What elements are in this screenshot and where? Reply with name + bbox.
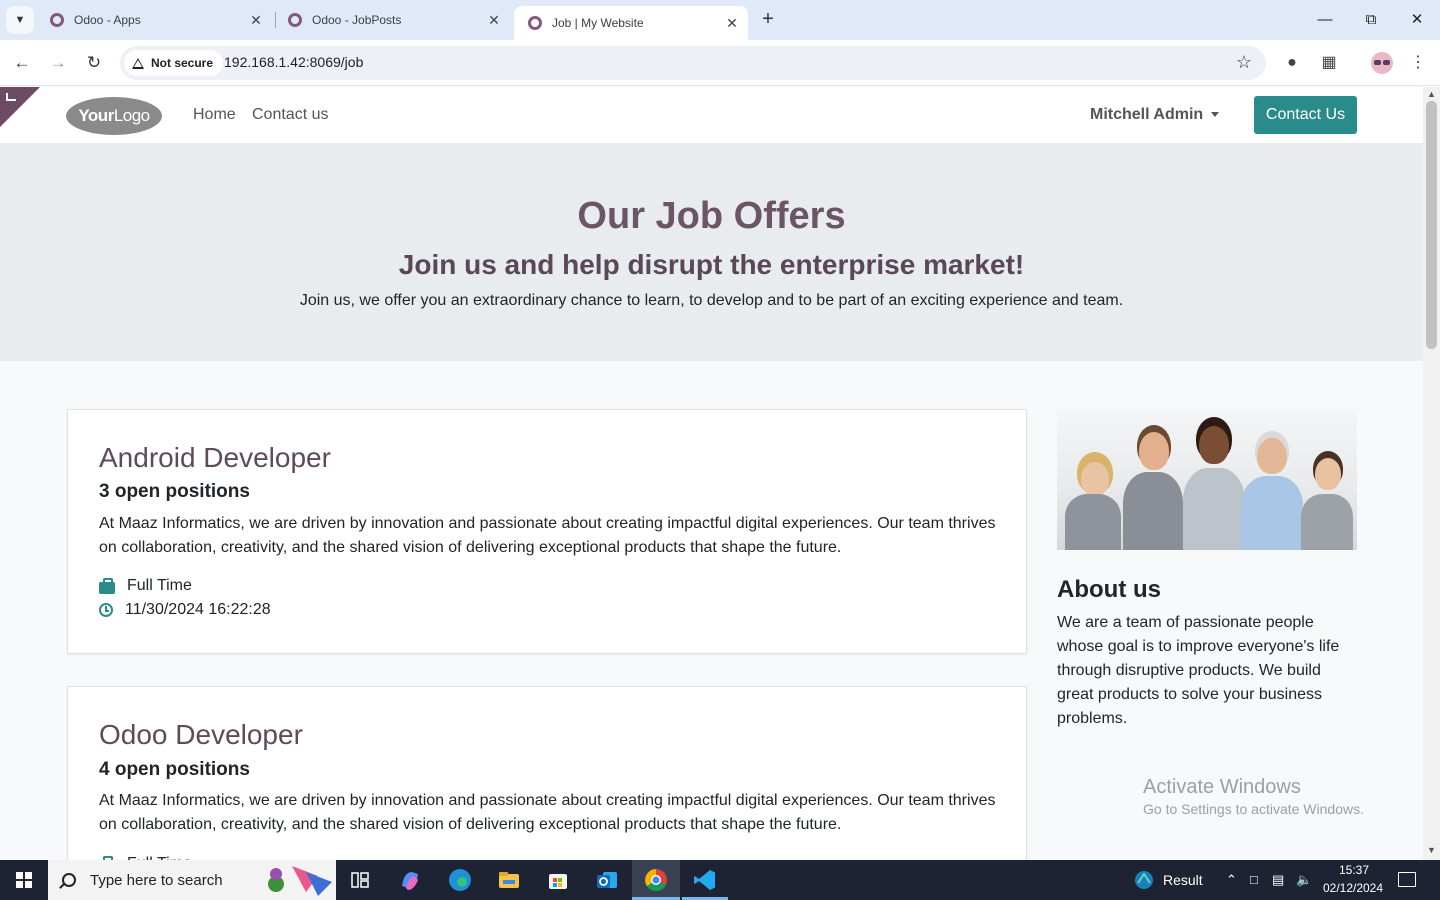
back-icon[interactable]: ←	[9, 50, 35, 76]
extension-monkey-icon[interactable]: ●	[1281, 52, 1303, 74]
weather-icon[interactable]	[1133, 869, 1155, 894]
close-icon[interactable]: ✕	[722, 15, 742, 32]
page-scrollbar[interactable]: ▲ ▼	[1423, 87, 1440, 860]
user-name: Mitchell Admin	[1090, 106, 1204, 123]
minimize-icon[interactable]: —	[1310, 8, 1340, 32]
start-button[interactable]	[0, 860, 48, 900]
search-placeholder: Type here to search	[90, 871, 223, 889]
odoo-favicon-icon	[50, 13, 64, 27]
microsoft-store-icon[interactable]	[544, 866, 572, 894]
restore-icon[interactable]: ⧉	[1356, 8, 1386, 32]
page-title: Our Job Offers	[577, 195, 846, 237]
job-card[interactable]: Odoo Developer 4 open positions At Maaz …	[67, 686, 1027, 886]
job-date-row: 11/30/2024 16:22:28	[99, 601, 271, 619]
job-description: At Maaz Informatics, we are driven by in…	[99, 792, 996, 833]
activation-watermark-text: Go to Settings to activate Windows.	[1143, 801, 1364, 817]
scroll-up-icon[interactable]: ▲	[1427, 89, 1436, 99]
job-openings: 4 open positions	[99, 759, 250, 780]
tab-odoo-apps[interactable]: Odoo - Apps ✕	[36, 6, 272, 34]
hero-text: Join us, we offer you an extraordinary c…	[299, 292, 1124, 309]
scroll-thumb[interactable]	[1426, 101, 1437, 349]
briefcase-icon	[99, 577, 115, 594]
job-type-row: Full Time	[99, 577, 192, 595]
volume-icon[interactable]: 🔈	[1296, 872, 1312, 888]
taskbar-time[interactable]: 15:37	[1326, 863, 1382, 877]
person-figure	[1123, 422, 1183, 550]
odoo-favicon-icon	[528, 16, 542, 30]
odoo-favicon-icon	[288, 13, 302, 27]
hero-section: Our Job Offers Join us and help disrupt …	[0, 143, 1423, 361]
task-view-icon[interactable]	[346, 866, 374, 894]
copilot-icon[interactable]	[396, 866, 424, 894]
team-photo	[1057, 409, 1357, 550]
user-menu[interactable]: Mitchell Admin	[1090, 106, 1220, 124]
chrome-icon[interactable]	[642, 866, 670, 894]
job-type: Full Time	[127, 577, 192, 594]
job-description: At Maaz Informatics, we are driven by in…	[99, 515, 996, 556]
tab-odoo-jobposts[interactable]: Odoo - JobPosts ✕	[274, 6, 510, 34]
person-figure	[1241, 424, 1303, 550]
menu-kebab-icon[interactable]: ⋮	[1407, 52, 1429, 74]
browser-tab-bar: ▼ Odoo - Apps ✕ Odoo - JobPosts ✕ Job | …	[0, 0, 1440, 40]
job-date: 11/30/2024 16:22:28	[125, 601, 271, 618]
profile-avatar[interactable]	[1371, 52, 1393, 74]
new-tab-icon[interactable]: +	[756, 8, 780, 32]
search-highlight-graphic	[268, 866, 332, 896]
person-figure	[1065, 438, 1121, 550]
tab-search-button[interactable]: ▼	[6, 6, 34, 34]
chevron-down-icon: ▼	[14, 14, 26, 26]
about-text: We are a team of passionate people whose…	[1057, 614, 1340, 727]
page-subtitle: Join us and help disrupt the enterprise …	[398, 249, 1025, 280]
file-explorer-icon[interactable]	[495, 866, 523, 894]
person-figure	[1183, 418, 1245, 550]
browser-toolbar: ← → ↻ Not secure 192.168.1.42:8069/job ☆…	[0, 40, 1440, 86]
job-openings: 3 open positions	[99, 481, 250, 502]
site-logo[interactable]: Your Logo	[66, 97, 162, 135]
clock-icon	[99, 603, 113, 617]
reload-icon[interactable]: ↻	[81, 50, 107, 76]
nav-home[interactable]: Home	[193, 106, 236, 124]
tab-job-website[interactable]: Job | My Website ✕	[514, 6, 748, 40]
security-label: Not secure	[151, 56, 214, 70]
tab-title: Job | My Website	[552, 16, 644, 30]
url-text[interactable]: 192.168.1.42:8069/job	[224, 54, 363, 70]
site-info-chip[interactable]: Not secure	[124, 50, 224, 76]
windows-logo-icon	[16, 872, 32, 888]
tab-title: Odoo - JobPosts	[312, 13, 402, 27]
job-title[interactable]: Odoo Developer	[99, 719, 303, 751]
tab-title: Odoo - Apps	[74, 13, 141, 27]
job-title[interactable]: Android Developer	[99, 442, 331, 474]
show-hidden-icons-icon[interactable]: ⌃	[1226, 872, 1237, 888]
scroll-down-icon[interactable]: ▼	[1427, 845, 1436, 855]
close-icon[interactable]: ✕	[246, 12, 266, 29]
network-icon[interactable]: ▤	[1272, 872, 1284, 888]
job-card[interactable]: Android Developer 3 open positions At Ma…	[67, 409, 1027, 654]
vscode-icon[interactable]	[691, 866, 719, 894]
close-icon[interactable]: ✕	[484, 12, 504, 29]
person-figure	[1301, 440, 1353, 550]
caret-down-icon	[1211, 112, 1220, 118]
edit-corner-icon	[6, 93, 16, 101]
taskbar-date[interactable]: 02/12/2024	[1318, 881, 1388, 895]
nav-contact-us[interactable]: Contact us	[252, 106, 328, 124]
edge-icon[interactable]	[446, 866, 474, 894]
logo-text-light: Logo	[113, 106, 150, 125]
battery-icon[interactable]: □	[1250, 872, 1258, 887]
windows-taskbar: Type here to search Result ⌃ □ ▤ 🔈 15:37…	[0, 860, 1440, 900]
weather-label[interactable]: Result	[1163, 872, 1203, 888]
address-bar[interactable]: Not secure 192.168.1.42:8069/job ☆	[120, 46, 1266, 80]
extensions-puzzle-icon[interactable]: ▦	[1318, 52, 1340, 74]
bookmark-star-icon[interactable]: ☆	[1236, 52, 1252, 73]
contact-us-button[interactable]: Contact Us	[1254, 96, 1357, 134]
logo-text-bold: Your	[78, 106, 114, 125]
warning-icon	[132, 57, 144, 69]
forward-icon[interactable]: →	[45, 50, 71, 76]
activation-watermark-title: Activate Windows	[1143, 776, 1301, 798]
window-close-icon[interactable]: ✕	[1402, 8, 1432, 32]
notification-center-icon[interactable]	[1398, 872, 1416, 887]
about-title: About us	[1057, 576, 1161, 603]
outlook-icon[interactable]	[593, 866, 621, 894]
search-icon	[62, 873, 76, 887]
site-header: Your Logo Home Contact us Mitchell Admin …	[0, 87, 1423, 143]
